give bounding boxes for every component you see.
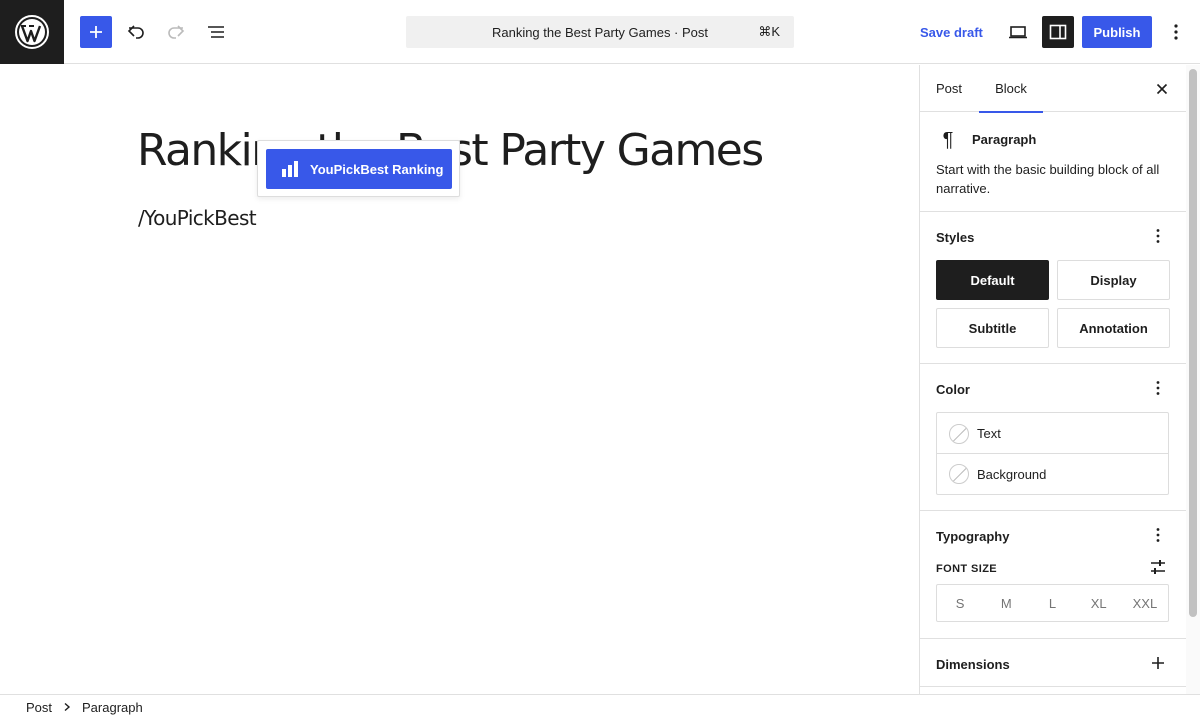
close-sidebar-button[interactable] <box>1150 77 1174 101</box>
settings-toggle-button[interactable] <box>1042 16 1074 48</box>
undo-icon <box>127 25 144 39</box>
block-description: Start with the basic building block of a… <box>936 162 1160 196</box>
breadcrumb-post[interactable]: Post <box>26 700 52 715</box>
settings-sidebar: Post Block ¶ Paragraph Start with the ba… <box>919 65 1186 694</box>
more-vertical-icon <box>1156 381 1160 395</box>
style-annotation-button[interactable]: Annotation <box>1057 308 1170 348</box>
color-background-label: Background <box>977 466 1047 482</box>
more-vertical-icon <box>1156 528 1160 542</box>
style-default-button[interactable]: Default <box>936 260 1049 300</box>
plus-icon <box>90 26 102 38</box>
sidebar-scrollbar[interactable] <box>1186 65 1200 694</box>
slash-inserter-popover: YouPickBest Ranking <box>257 140 460 197</box>
options-menu-button[interactable] <box>1160 16 1192 48</box>
color-text-item[interactable]: Text <box>937 413 1168 454</box>
publish-button[interactable]: Publish <box>1082 16 1152 48</box>
scrollbar-thumb[interactable] <box>1189 69 1197 617</box>
dimensions-panel-title: Dimensions <box>936 657 1010 672</box>
redo-icon <box>168 25 185 39</box>
inserter-item-label: YouPickBest Ranking <box>310 161 444 177</box>
editor-header: Ranking the Best Party Games · Post ⌘K S… <box>0 0 1200 64</box>
block-card: ¶ Paragraph Start with the basic buildin… <box>920 112 1186 212</box>
color-options-button[interactable] <box>1146 376 1170 400</box>
font-size-picker: S M L XL XXL <box>936 584 1169 622</box>
style-display-button[interactable]: Display <box>1057 260 1170 300</box>
dimensions-add-button[interactable] <box>1146 651 1170 675</box>
document-overview-button[interactable] <box>200 16 232 48</box>
color-settings-list: Text Background <box>936 412 1169 495</box>
desktop-preview-icon <box>1009 26 1027 39</box>
tab-post[interactable]: Post <box>936 65 962 112</box>
save-draft-button[interactable]: Save draft <box>912 16 991 48</box>
command-shortcut: ⌘K <box>758 24 780 39</box>
list-view-icon <box>208 26 224 38</box>
sidebar-tabs: Post Block <box>920 65 1186 113</box>
more-vertical-icon <box>1156 229 1160 243</box>
font-size-s[interactable]: S <box>937 585 983 621</box>
inserter-item-youpickbest-ranking[interactable]: YouPickBest Ranking <box>266 149 452 189</box>
custom-font-size-button[interactable] <box>1146 555 1170 579</box>
styles-panel-title: Styles <box>936 230 975 245</box>
wordpress-logo-icon <box>15 15 49 49</box>
empty-swatch-icon <box>949 423 969 444</box>
preview-button[interactable] <box>1002 16 1034 48</box>
color-panel-title: Color <box>936 382 970 397</box>
command-palette-button[interactable]: Ranking the Best Party Games · Post ⌘K <box>406 16 794 48</box>
font-size-xl[interactable]: XL <box>1076 585 1122 621</box>
undo-button[interactable] <box>120 16 152 48</box>
dimensions-panel: Dimensions <box>920 639 1186 687</box>
chevron-right-icon <box>62 702 72 712</box>
bar-chart-icon <box>281 160 299 178</box>
typography-options-button[interactable] <box>1146 523 1170 547</box>
empty-swatch-icon <box>949 464 969 484</box>
plus-icon <box>1152 657 1164 669</box>
breadcrumb: Post Paragraph <box>0 694 1200 719</box>
pilcrow-icon: ¶ <box>942 128 954 151</box>
style-subtitle-button[interactable]: Subtitle <box>936 308 1049 348</box>
color-panel: Color Text Background <box>920 364 1186 511</box>
styles-options-button[interactable] <box>1146 224 1170 248</box>
add-block-button[interactable] <box>80 16 112 48</box>
color-background-item[interactable]: Background <box>937 453 1168 494</box>
font-size-m[interactable]: M <box>983 585 1029 621</box>
sliders-icon <box>1151 560 1165 574</box>
color-text-label: Text <box>977 426 1001 441</box>
styles-panel: Styles Default Display Subtitle Annotati… <box>920 212 1186 364</box>
block-name: Paragraph <box>972 132 1037 147</box>
close-icon <box>1156 83 1168 95</box>
more-vertical-icon <box>1174 24 1178 40</box>
paragraph-block[interactable]: /YouPickBest <box>138 206 257 230</box>
typography-panel: Typography FONT SIZE S M L XL XXL <box>920 511 1186 639</box>
editor-canvas: Ranking the Best Party Games /YouPickBes… <box>0 65 919 694</box>
font-size-xxl[interactable]: XXL <box>1122 585 1168 621</box>
typography-panel-title: Typography <box>936 529 1010 544</box>
font-size-label: FONT SIZE <box>936 563 998 575</box>
breadcrumb-paragraph[interactable]: Paragraph <box>82 700 143 715</box>
sidebar-settings-icon <box>1049 24 1067 40</box>
redo-button[interactable] <box>160 16 192 48</box>
font-size-l[interactable]: L <box>1029 585 1075 621</box>
wordpress-logo-button[interactable] <box>0 0 64 64</box>
command-title: Ranking the Best Party Games · Post <box>491 24 709 40</box>
tab-block[interactable]: Block <box>979 65 1043 113</box>
